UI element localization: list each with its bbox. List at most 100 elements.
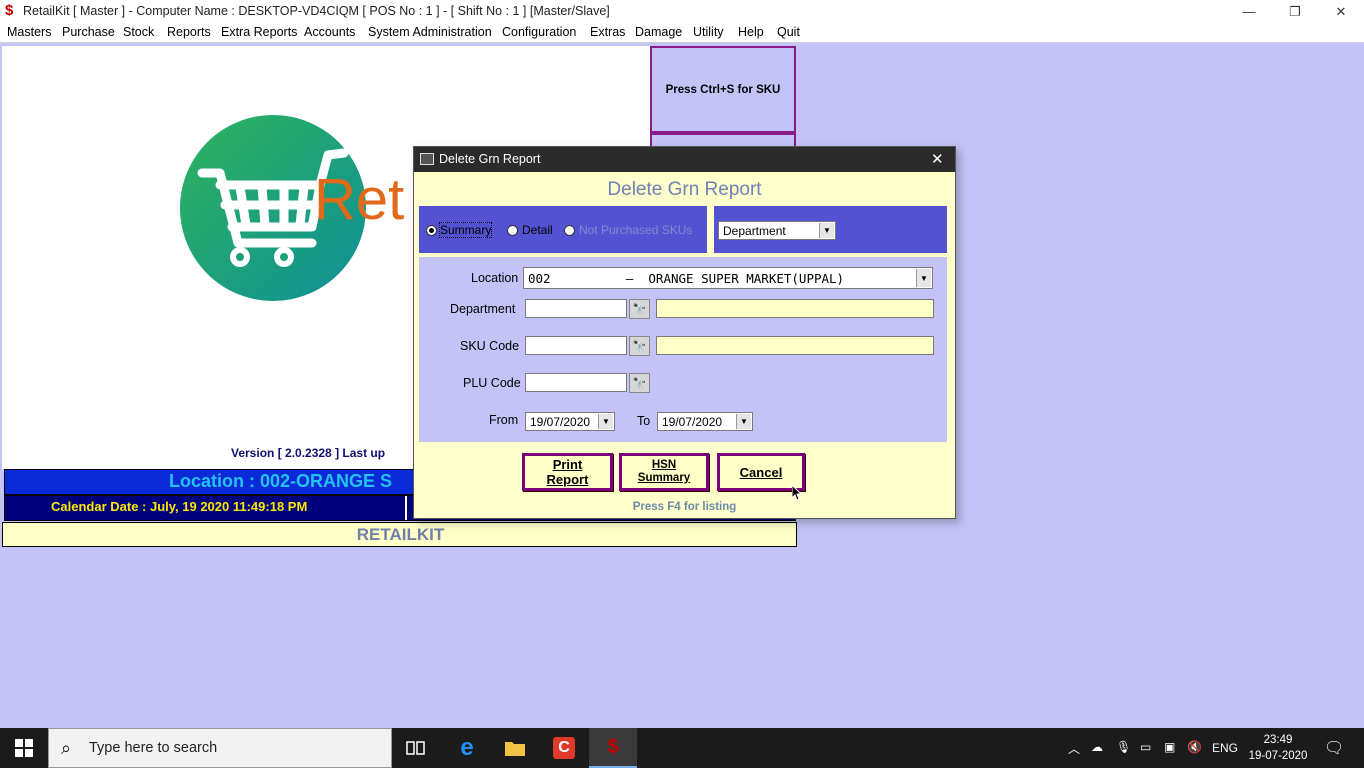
- chevron-down-icon[interactable]: ▼: [736, 414, 751, 429]
- microphone-icon[interactable]: 🎙: [1116, 740, 1131, 754]
- menu-reports[interactable]: Reports: [167, 25, 211, 39]
- sku-find-icon[interactable]: 🔭: [629, 336, 650, 356]
- notifications-icon[interactable]: 🗨: [1324, 738, 1344, 758]
- menu-configuration[interactable]: Configuration: [502, 25, 576, 39]
- retailkit-app[interactable]: $: [589, 728, 637, 768]
- menu-help[interactable]: Help: [738, 25, 764, 39]
- menu-masters[interactable]: Masters: [7, 25, 51, 39]
- language-indicator[interactable]: ENG: [1212, 741, 1238, 755]
- ccleaner-app[interactable]: C: [540, 728, 588, 768]
- close-button[interactable]: ✕: [1318, 0, 1364, 23]
- taskbar: ⌕ Type here to search e C $ ︿ ☁ 🎙 ▭ ▣ 🔇 …: [0, 728, 1364, 768]
- cancel-label: Cancel: [739, 464, 783, 480]
- shortcut-panel-2[interactable]: [650, 133, 796, 147]
- department-label: Department: [450, 302, 516, 316]
- menu-utility[interactable]: Utility: [693, 25, 724, 39]
- f4-hint-text: Press F4 for listing: [632, 501, 737, 513]
- dialog-heading: Delete Grn Report: [607, 179, 762, 200]
- from-date-picker[interactable]: 19/07/2020 ▼: [525, 412, 615, 431]
- filter-form: Location 002 – ORANGE SUPER MARKET(UPPAL…: [419, 257, 947, 442]
- edge-app[interactable]: e: [443, 728, 491, 768]
- print-report-label-1: Print: [552, 457, 583, 472]
- ccleaner-icon: C: [553, 737, 575, 759]
- summary-radio-label[interactable]: Summary: [438, 222, 493, 238]
- location-label: Location: [471, 271, 519, 285]
- menu-system-administration[interactable]: System Administration: [368, 25, 492, 39]
- chevron-down-icon[interactable]: ▼: [598, 414, 613, 429]
- to-date-value: 19/07/2020: [662, 415, 723, 429]
- sku-shortcut-label: Press Ctrl+S for SKU: [665, 83, 781, 96]
- window-title: RetailKit [ Master ] - Computer Name : D…: [23, 4, 610, 18]
- sku-shortcut-panel[interactable]: Press Ctrl+S for SKU: [650, 46, 796, 133]
- delete-grn-report-dialog: Delete Grn Report ✕ Delete Grn Report Su…: [413, 146, 956, 519]
- clock-time: 23:49: [1263, 734, 1293, 746]
- dialog-close-icon[interactable]: ✕: [931, 150, 944, 168]
- department-find-icon[interactable]: 🔭: [629, 299, 650, 319]
- chevron-down-icon[interactable]: ▼: [819, 223, 834, 238]
- location-value: 002 – ORANGE SUPER MARKET(UPPAL): [528, 271, 845, 286]
- cloud-icon[interactable]: ☁: [1091, 740, 1103, 754]
- group-by-select[interactable]: Department ▼: [718, 221, 836, 240]
- from-date-label: From: [489, 413, 519, 427]
- task-view-button[interactable]: [392, 728, 440, 768]
- calendar-divider: [405, 496, 407, 520]
- department-code-input[interactable]: [525, 299, 627, 318]
- report-type-panel: Summary Detail Not Purchased SKUs: [419, 206, 707, 253]
- sku-code-input[interactable]: [525, 336, 627, 355]
- menu-purchase[interactable]: Purchase: [62, 25, 115, 39]
- file-explorer-app[interactable]: [491, 728, 539, 768]
- sku-description: [656, 336, 934, 355]
- detail-radio[interactable]: [507, 225, 518, 236]
- group-by-panel: Department ▼: [714, 206, 947, 253]
- calendar-date-text: Calendar Date : July, 19 2020 11:49:18 P…: [51, 499, 308, 514]
- edge-icon: e: [460, 734, 474, 761]
- folder-icon: [505, 742, 525, 756]
- summary-radio[interactable]: [426, 225, 437, 236]
- department-description: [656, 299, 934, 318]
- app-dollar-icon: $: [5, 2, 14, 19]
- sku-code-label: SKU Code: [460, 339, 520, 353]
- not-purchased-skus-label: Not Purchased SKUs: [579, 223, 693, 237]
- chevron-down-icon[interactable]: ▼: [916, 269, 931, 287]
- menu-stock[interactable]: Stock: [123, 25, 154, 39]
- minimize-button[interactable]: —: [1226, 0, 1272, 23]
- plu-find-icon[interactable]: 🔭: [629, 373, 650, 393]
- brand-text: RETAILKIT: [356, 524, 445, 544]
- start-button[interactable]: [0, 728, 48, 768]
- menu-bar: Masters Purchase Stock Reports Extra Rep…: [0, 23, 1364, 43]
- from-date-value: 19/07/2020: [530, 415, 591, 429]
- taskbar-clock[interactable]: 23:49 19-07-2020: [1244, 732, 1312, 764]
- search-icon: ⌕: [61, 738, 72, 758]
- plu-code-input[interactable]: [525, 373, 627, 392]
- brand-bar: RETAILKIT: [2, 522, 797, 547]
- clock-date: 19-07-2020: [1248, 750, 1308, 762]
- search-placeholder: Type here to search: [89, 740, 218, 756]
- menu-accounts[interactable]: Accounts: [304, 25, 355, 39]
- menu-quit[interactable]: Quit: [777, 25, 800, 39]
- battery-icon[interactable]: ▭: [1140, 740, 1151, 754]
- location-banner-text: Location : 002-ORANGE S: [169, 471, 393, 491]
- not-purchased-skus-radio: [564, 225, 575, 236]
- hsn-summary-label-2: Summary: [637, 472, 691, 484]
- network-icon[interactable]: ▣: [1164, 740, 1175, 754]
- task-view-icon: [406, 741, 425, 755]
- to-date-label: To: [637, 414, 651, 428]
- hsn-summary-label-1: HSN: [651, 459, 677, 471]
- plu-code-label: PLU Code: [463, 376, 521, 390]
- detail-radio-label[interactable]: Detail: [522, 223, 553, 237]
- logo-wordmark: Ret: [314, 167, 405, 232]
- volume-muted-icon[interactable]: 🔇: [1187, 740, 1202, 754]
- restore-button[interactable]: ❐: [1272, 0, 1318, 23]
- taskbar-search-input[interactable]: ⌕ Type here to search: [48, 728, 392, 768]
- menu-damage[interactable]: Damage: [635, 25, 682, 39]
- to-date-picker[interactable]: 19/07/2020 ▼: [657, 412, 753, 431]
- menu-extra-reports[interactable]: Extra Reports: [221, 25, 297, 39]
- chevron-up-icon[interactable]: ︿: [1068, 740, 1080, 757]
- print-report-button[interactable]: Print Report: [522, 453, 613, 491]
- location-select[interactable]: 002 – ORANGE SUPER MARKET(UPPAL) ▼: [523, 267, 933, 289]
- dollar-icon: $: [607, 735, 619, 758]
- windows-logo-icon: [15, 739, 33, 757]
- menu-extras[interactable]: Extras: [590, 25, 625, 39]
- dialog-window-icon: [420, 153, 434, 165]
- hsn-summary-button[interactable]: HSN Summary: [619, 453, 709, 491]
